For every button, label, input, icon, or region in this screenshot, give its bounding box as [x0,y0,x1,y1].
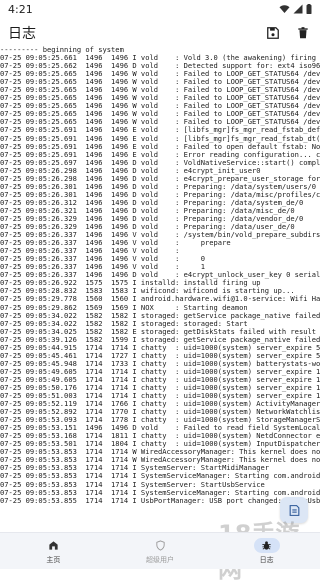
log-line: 07-25 09:05:49.605 1714 1714 I chatty : … [0,367,320,376]
log-line: 07-25 09:05:25.665 1496 1496 W vold : Fa… [0,70,320,79]
shield-icon [155,539,165,551]
log-line: 07-25 09:05:44.915 1714 1714 I chatty : … [0,343,320,352]
save-log-button[interactable] [264,24,282,42]
log-line: 07-25 09:05:26.321 1496 1496 D vold : Pr… [0,206,295,215]
log-line: 07-25 09:05:25.665 1496 1496 W vold : Fa… [0,94,320,103]
log-line: 07-25 09:05:53.855 1714 1714 I UsbPortMa… [0,496,320,505]
log-line: 07-25 09:05:45.461 1714 1727 I chatty : … [0,351,320,360]
log-line: 07-25 09:05:25.665 1496 1496 W vold : Fa… [0,102,320,111]
app-actions [264,24,312,42]
log-line: 07-25 09:05:53.853 1714 1714 I SystemSer… [0,480,265,489]
log-line: 07-25 09:05:26.337 1496 1496 V vold : pr… [0,239,231,248]
log-line: 07-25 09:05:25.665 1496 1496 W vold : Fa… [0,118,320,127]
log-output[interactable]: --------- beginning of system 07-25 09:05… [0,46,320,532]
bottom-navigation: 主页 超级用户 日志 [0,532,320,569]
log-line: 07-25 09:05:53.853 1714 1714 I SystemSer… [0,488,320,497]
log-line: 07-25 09:05:53.853 1714 1714 I SystemSer… [0,464,270,473]
log-line: 07-25 09:05:53.853 1714 1714 W WiredAcce… [0,456,320,465]
log-line: 07-25 09:05:26.337 1496 1496 V vold : [0,247,180,256]
log-line: 07-25 09:05:25.691 1496 1496 E vold : Fa… [0,142,320,151]
log-line: 07-25 09:05:25.691 1496 1496 E vold : [l… [0,126,320,135]
log-line: 07-25 09:05:49.605 1714 1714 I chatty : … [0,375,320,384]
log-line: 07-25 09:05:25.665 1496 1496 W vold : Fa… [0,110,320,119]
log-line: 07-25 09:05:53.151 1496 1496 D vold : Fa… [0,424,320,433]
log-line: 07-25 09:05:26.329 1496 1496 D vold : Pr… [0,214,304,223]
log-line: 07-25 09:05:52.892 1714 1770 I chatty : … [0,408,320,417]
log-line: 07-25 09:05:25.661 1496 1496 I vold : Vo… [0,54,320,63]
nav-superuser-icon-wrap [147,538,173,553]
nav-label-home: 主页 [46,555,61,564]
bug-icon [262,540,271,550]
status-time: 4:21 [8,2,33,16]
log-line: 07-25 09:05:53.168 1714 1811 I chatty : … [0,432,320,441]
log-line: 07-25 09:05:39.126 1582 1599 I storaged:… [0,335,320,344]
log-line: 07-25 09:05:53.093 1714 1778 I chatty : … [0,416,320,425]
log-line: 07-25 09:05:45.948 1714 1733 I chatty : … [0,359,320,368]
log-line: 07-25 09:05:50.176 1714 1714 I chatty : … [0,383,320,392]
nav-label-logs: 日志 [259,555,274,564]
log-line: 07-25 09:05:25.665 1496 1496 W vold : Fa… [0,78,320,87]
log-line: 07-25 09:05:25.665 1496 1496 W vold : Fa… [0,86,320,95]
log-line: 07-25 09:05:26.301 1496 1496 D vold : Pr… [0,182,317,191]
clear-log-button[interactable] [294,24,312,42]
log-line: 07-25 09:05:26.329 1496 1496 D vold : Pr… [0,223,295,232]
status-icons [279,4,312,14]
log-line: 07-25 09:05:29.778 1560 1560 I android.h… [0,295,320,304]
home-icon [49,540,58,550]
log-line: 07-25 09:05:28.832 1583 1583 I wificond:… [0,287,295,296]
delete-icon [298,27,308,39]
log-line: 07-25 09:05:25.697 1496 1496 D vold : Vo… [0,158,320,167]
log-line: 07-25 09:05:53.853 1714 1714 I SystemSer… [0,472,320,481]
log-line: 07-25 09:05:29.862 1569 1569 I NOX : Sta… [0,303,248,312]
nav-home-icon-wrap [40,538,66,553]
log-line: 07-25 09:05:34.022 1582 1582 I storaged:… [0,319,248,328]
log-line: 07-25 09:05:34.025 1582 1582 E storaged:… [0,327,320,336]
log-line: 07-25 09:05:25.691 1496 1496 E vold : [l… [0,134,320,143]
log-line: 07-25 09:05:26.337 1496 1496 V vold : 0 [0,255,205,264]
save-icon [267,27,279,39]
log-line: 07-25 09:05:53.501 1714 1804 I chatty : … [0,440,320,449]
log-line: 07-25 09:05:26.337 1496 1496 D vold : e4… [0,271,320,280]
nav-item-home[interactable]: 主页 [0,533,107,569]
wifi-icon [279,5,290,13]
log-line: 07-25 09:05:26.337 1496 1496 V vold : /s… [0,231,320,240]
log-line: 07-25 09:05:25.662 1496 1496 D vold : De… [0,62,320,71]
nav-item-logs[interactable]: 日志 [213,533,320,569]
nav-item-superuser[interactable]: 超级用户 [107,533,214,569]
log-line: 07-25 09:05:26.301 1496 1496 D vold : Pr… [0,190,320,199]
log-line: 07-25 09:05:26.312 1496 1496 D vold : Pr… [0,198,304,207]
battery-icon [306,4,312,14]
log-line: 07-25 09:05:26.922 1575 1575 I installd:… [0,279,261,288]
log-line: 07-25 09:05:51.003 1714 1714 I chatty : … [0,392,320,401]
nav-label-superuser: 超级用户 [146,555,174,564]
log-line: --------- beginning of system [0,46,124,54]
log-line: 07-25 09:05:53.853 1714 1714 W WiredAcce… [0,448,320,457]
log-line: 07-25 09:05:52.119 1714 1766 I chatty : … [0,400,320,409]
nav-logs-icon-wrap [253,537,280,553]
log-line: 07-25 09:05:34.022 1582 1582 I storaged:… [0,311,320,320]
log-line: 07-25 09:05:26.298 1496 1496 D vold : e4… [0,174,320,183]
log-line: 07-25 09:05:26.298 1496 1496 D vold : e4… [0,166,261,175]
page-title: 日志 [8,26,36,42]
log-line: 07-25 09:05:26.337 1496 1496 V vold : 1 [0,263,205,272]
status-bar: 4:21 [0,0,320,18]
log-line: 07-25 09:05:25.691 1496 1496 E vold : Er… [0,150,320,159]
signal-icon [293,4,303,14]
app-bar: 日志 [0,18,320,48]
